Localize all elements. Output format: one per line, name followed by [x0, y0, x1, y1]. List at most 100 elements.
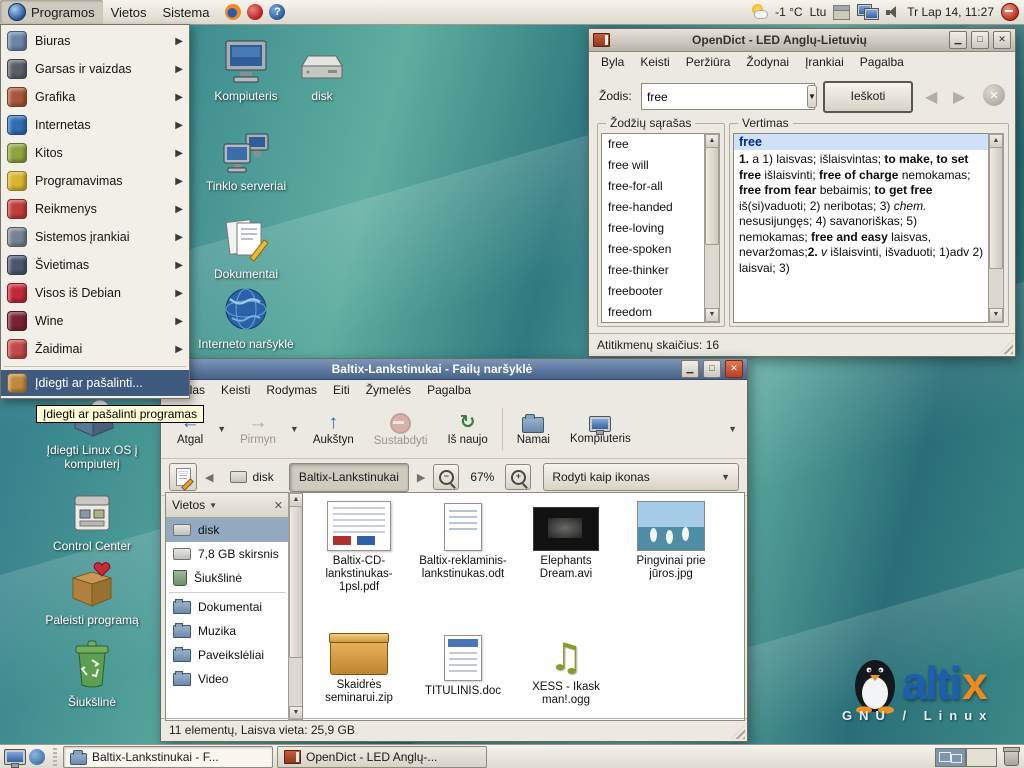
side-pane-item-disk[interactable]: disk	[166, 518, 289, 542]
scroll-down-icon[interactable]: ▼	[705, 308, 719, 322]
word-list-item[interactable]: free-loving	[602, 218, 705, 239]
maximize-button[interactable]: □	[703, 360, 721, 378]
resize-grip[interactable]	[999, 340, 1013, 354]
menu-keisti[interactable]: Keisti	[632, 52, 677, 72]
file-item-pdf[interactable]: Baltix-CD-lankstinukas-1psl.pdf	[309, 499, 409, 594]
up-button[interactable]: ↑ Aukštyn	[307, 410, 360, 448]
file-item-ogg[interactable]: ♫ XESS - Ikask man!.ogg	[515, 631, 617, 707]
path-scroll-right-icon[interactable]: ▶	[415, 469, 427, 486]
side-pane-item-video[interactable]: Video	[166, 667, 289, 691]
word-input[interactable]	[642, 90, 807, 104]
fm-files-pane[interactable]: Baltix-CD-lankstinukas-1psl.pdf Baltix-r…	[302, 492, 745, 721]
workspace-switcher[interactable]	[935, 748, 997, 767]
menu-item-garsas-ir-vaizdas[interactable]: Garsas ir vaizdas▶	[1, 55, 189, 83]
fm-titlebar[interactable]: Baltix-Lankstinukai - Failų naršyklė ▁ □…	[161, 359, 747, 380]
path-button-disk[interactable]: disk	[221, 464, 282, 491]
keyboard-layout-indicator[interactable]: Ltu	[810, 5, 827, 19]
help-launcher-icon[interactable]: ?	[269, 4, 285, 20]
volume-icon[interactable]	[886, 5, 900, 19]
forward-button[interactable]: → Pirmyn	[234, 410, 282, 448]
weather-temperature[interactable]: -1 °C	[775, 5, 802, 19]
word-list-item[interactable]: free	[602, 134, 705, 155]
edit-location-button[interactable]	[169, 463, 197, 491]
clock[interactable]: Tr Lap 14, 11:27	[907, 5, 994, 19]
computer-button[interactable]: Kompiuteris	[564, 412, 637, 447]
task-opendict[interactable]: OpenDict - LED Anglų-...	[277, 746, 487, 768]
side-pane-item-music[interactable]: Muzika	[166, 619, 289, 643]
menu-item-install-remove[interactable]: Įdiegti ar pašalinti...	[1, 370, 189, 396]
side-pane-item-trash[interactable]: Šiukšlinė	[166, 566, 289, 590]
word-list-item[interactable]: freebooter	[602, 281, 705, 302]
path-scroll-left-icon[interactable]: ◀	[203, 469, 215, 486]
menu-item-kitos[interactable]: Kitos▶	[1, 139, 189, 167]
trash-applet-icon[interactable]	[1004, 749, 1019, 766]
menu-item-visos-is-debian[interactable]: Visos iš Debian▶	[1, 279, 189, 307]
menu-item-reikmenys[interactable]: Reikmenys▶	[1, 195, 189, 223]
toolbar-overflow-icon[interactable]: ▼	[728, 424, 737, 434]
menu-perziura[interactable]: Peržiūra	[678, 52, 739, 72]
back-dropdown-icon[interactable]: ▼	[217, 424, 226, 434]
panel-menu-sistema[interactable]: Sistema	[154, 2, 217, 23]
menu-pagalba[interactable]: Pagalba	[852, 52, 912, 72]
side-pane-item-partition[interactable]: 7,8 GB skirsnis	[166, 542, 289, 566]
side-pane-title[interactable]: Vietos	[172, 498, 205, 512]
task-file-manager[interactable]: Baltix-Lankstinukai - F...	[63, 746, 273, 768]
minimize-button[interactable]: ▁	[681, 360, 699, 378]
desktop-icon-documents[interactable]: Dokumentai	[184, 216, 308, 281]
scroll-down-icon[interactable]: ▼	[989, 308, 1003, 322]
maximize-button[interactable]: □	[971, 31, 989, 49]
menu-zymeles[interactable]: Žymelės	[358, 380, 419, 400]
menu-item-biuras[interactable]: Biuras▶	[1, 27, 189, 55]
package-launcher-icon[interactable]	[247, 4, 263, 20]
panel-menu-programos[interactable]: Programos	[0, 0, 103, 24]
menu-zodynai[interactable]: Žodynai	[738, 52, 797, 72]
menu-item-sistemos-irankiai[interactable]: Sistemos įrankiai▶	[1, 223, 189, 251]
firefox-launcher-icon[interactable]	[225, 4, 241, 20]
file-item-avi[interactable]: Elephants Dream.avi	[515, 499, 617, 581]
desktop-icon-network-servers[interactable]: Tinklo serveriai	[184, 132, 308, 193]
menu-irankiai[interactable]: Įrankiai	[797, 52, 852, 72]
path-button-current-folder[interactable]: Baltix-Lankstinukai	[289, 463, 409, 492]
menu-item-svietimas[interactable]: Švietimas▶	[1, 251, 189, 279]
side-pane-close-icon[interactable]: ✕	[274, 499, 283, 512]
file-item-doc[interactable]: TITULINIS.doc	[413, 633, 513, 698]
weather-icon[interactable]	[751, 4, 768, 20]
stop-icon[interactable]: ✕	[983, 84, 1005, 106]
combo-dropdown-icon[interactable]: ▼	[807, 85, 817, 108]
view-mode-combo[interactable]: Rodyti kaip ikonas ▼	[543, 463, 739, 491]
opendict-titlebar[interactable]: OpenDict - LED Anglų-Lietuvių ▁ □ ✕	[589, 29, 1015, 52]
minimize-button[interactable]: ▁	[949, 31, 967, 49]
scrollbar-thumb[interactable]	[989, 147, 1003, 269]
window-list-handle[interactable]	[53, 748, 57, 766]
workspace-globe-icon[interactable]	[29, 749, 45, 765]
scroll-up-icon[interactable]: ▲	[989, 134, 1003, 148]
desktop-icon-web-browser[interactable]: Interneto naršyklė	[184, 286, 308, 351]
file-item-jpg[interactable]: Pingvinai prie jūros.jpg	[619, 499, 723, 581]
menu-keisti[interactable]: Keisti	[213, 380, 258, 400]
side-pane-item-pictures[interactable]: Paveikslėliai	[166, 643, 289, 667]
desktop-icon-disk[interactable]: disk	[262, 50, 382, 103]
side-pane-item-documents[interactable]: Dokumentai	[166, 595, 289, 619]
workspace-1[interactable]	[935, 748, 966, 767]
menu-byla[interactable]: Byla	[593, 52, 632, 72]
menu-item-programavimas[interactable]: Programavimas▶	[1, 167, 189, 195]
resize-grip[interactable]	[731, 725, 745, 739]
menu-item-grafika[interactable]: Grafika▶	[1, 83, 189, 111]
word-combo[interactable]: ▼	[641, 83, 815, 110]
display-applet-icon[interactable]	[857, 4, 879, 20]
close-button[interactable]: ✕	[725, 360, 743, 378]
zoom-in-button[interactable]: +	[505, 464, 531, 490]
back-arrow-icon[interactable]: ◀	[923, 85, 939, 109]
close-button[interactable]: ✕	[993, 31, 1011, 49]
word-list-item[interactable]: free-handed	[602, 197, 705, 218]
menu-item-wine[interactable]: Wine▶	[1, 307, 189, 335]
workspace-2[interactable]	[966, 748, 997, 767]
reload-button[interactable]: ↻ Iš naujo	[441, 410, 493, 448]
menu-rodymas[interactable]: Rodymas	[258, 380, 325, 400]
word-list-item[interactable]: free-for-all	[602, 176, 705, 197]
desktop-icon-control-center[interactable]: Control Center	[30, 492, 154, 553]
menu-pagalba[interactable]: Pagalba	[419, 380, 479, 400]
word-list-item[interactable]: free-thinker	[602, 260, 705, 281]
file-item-odt[interactable]: Baltix-reklaminis-lankstinukas.odt	[413, 499, 513, 581]
panel-menu-vietos[interactable]: Vietos	[103, 2, 155, 23]
